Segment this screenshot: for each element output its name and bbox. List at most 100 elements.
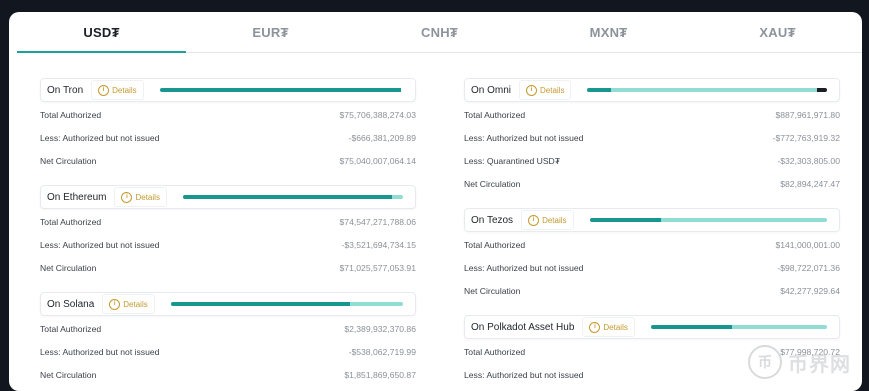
row-value: $71,025,577,053.91 [339,262,416,273]
info-icon: i [98,84,110,96]
supply-bar [650,325,827,329]
tab-eurt[interactable]: EUR₮ [186,12,355,52]
supply-row: Less: Authorized but not issued -$538,062… [40,340,416,363]
chain-name: On Omni [471,84,512,96]
row-value: -$3,521,694,734.15 [341,239,416,250]
row-value: -$98,722,071.36 [777,262,840,273]
supply-row: Less: Authorized but not issued -$3,521,6… [40,233,416,256]
supply-bar [589,218,827,222]
supply-row: Less: Authorized but not issued -$98,722,… [464,256,840,279]
supply-bar [587,88,827,92]
details-button[interactable]: i Details [91,80,144,100]
supply-row: Less: Quarantined USD₮ -$32,303,805.00 [464,149,840,172]
supply-bar-segment [349,302,403,306]
details-label: Details [112,85,137,95]
supply-bar-segment [159,88,401,92]
supply-row: Net Circulation $42,277,929.64 [464,279,840,302]
row-label: Less: Authorized but not issued [464,369,584,380]
details-button[interactable]: i Details [519,80,572,100]
watermark-glyph: 币 [748,345,782,379]
supply-bar-segment [650,325,732,329]
details-label: Details [540,85,565,95]
row-label: Less: Authorized but not issued [40,239,160,250]
chain-section: On Tron i Details Total Authorized $75,706,3… [40,78,416,172]
tab-cnht[interactable]: CNH₮ [355,12,524,52]
tab-xaut[interactable]: XAU₮ [693,12,862,52]
chain-name: On Polkadot Asset Hub [471,321,575,333]
row-label: Total Authorized [40,216,102,227]
chain-header: On Polkadot Asset Hub i Details [464,315,840,339]
chain-name: On Ethereum [47,191,107,203]
supply-row: Total Authorized $141,000,001.00 [464,233,840,256]
chain-section: On Tezos i Details Total Authorized $141,000… [464,208,840,302]
supply-row: Less: Authorized but not issued -$772,763… [464,126,840,149]
supply-bar-segment [589,218,661,222]
row-value: $75,040,007,064.14 [339,155,416,166]
chain-name: On Tron [47,84,84,96]
supply-row: Total Authorized $887,961,971.80 [464,103,840,126]
supply-bar-segment [391,195,403,199]
watermark-text: 币界网 [788,353,851,376]
row-label: Less: Authorized but not issued [464,262,584,273]
stablecoin-supply-card: USD₮ EUR₮ CNH₮ MXN₮ XAU₮ On Tron i Details… [9,12,862,391]
row-label: Total Authorized [464,239,526,250]
supply-row: Total Authorized $75,706,388,274.03 [40,103,416,126]
tab-usdt[interactable]: USD₮ [17,12,186,53]
row-value: $42,277,929.64 [780,285,840,296]
row-label: Total Authorized [40,323,102,334]
info-icon: i [121,191,133,203]
supply-bar [159,88,403,92]
row-value: $82,894,247.47 [780,178,840,189]
details-label: Details [135,192,160,202]
supply-row: Net Circulation $71,025,577,053.91 [40,256,416,279]
supply-bar-segment [611,88,818,92]
row-label: Less: Authorized but not issued [40,346,160,357]
details-button[interactable]: i Details [582,317,635,337]
supply-bar-segment [587,88,612,92]
supply-rows: Total Authorized $74,547,271,788.06 Less: … [40,210,416,279]
info-icon: i [528,214,540,226]
supply-bar-segment [182,195,392,199]
row-value: -$666,381,209.89 [348,132,416,143]
info-icon: i [589,321,601,333]
details-label: Details [603,322,628,332]
supply-bar [182,195,403,199]
row-label: Net Circulation [40,155,97,166]
details-button[interactable]: i Details [114,187,167,207]
chain-section: On Omni i Details Total Authorized $887,961,… [464,78,840,195]
row-value: $141,000,001.00 [775,239,840,250]
chain-header: On Solana i Details [40,292,416,316]
row-value: $75,706,388,274.03 [339,109,416,120]
row-value: -$772,763,919.32 [772,132,840,143]
row-label: Net Circulation [40,262,97,273]
row-label: Total Authorized [464,346,526,357]
chain-header: On Omni i Details [464,78,840,102]
row-value: $1,851,869,650.87 [344,369,416,380]
supply-bar-segment [170,302,350,306]
row-value: -$538,062,719.99 [348,346,416,357]
supply-row: Net Circulation $82,894,247.47 [464,172,840,195]
supply-rows: Total Authorized $75,706,388,274.03 Less: … [40,103,416,172]
row-label: Total Authorized [40,109,102,120]
supply-bar-segment [731,325,827,329]
chain-header: On Ethereum i Details [40,185,416,209]
row-label: Less: Quarantined USD₮ [464,155,561,166]
tab-mxnt[interactable]: MXN₮ [524,12,693,52]
supply-row: Less: Authorized but not issued -$666,381… [40,126,416,149]
details-label: Details [123,299,148,309]
supply-bar [170,302,403,306]
details-button[interactable]: i Details [102,294,155,314]
chain-section: On Solana i Details Total Authorized $2,389,… [40,292,416,386]
row-label: Less: Authorized but not issued [40,132,160,143]
watermark-logo: 币 币界网 [748,338,868,386]
supply-bar-segment [660,218,827,222]
details-button[interactable]: i Details [521,210,574,230]
chain-name: On Solana [47,298,95,310]
row-label: Net Circulation [464,285,521,296]
row-value: $887,961,971.80 [775,109,840,120]
supply-rows: Total Authorized $141,000,001.00 Less: Aut… [464,233,840,302]
supply-row: Total Authorized $2,389,932,370.86 [40,317,416,340]
info-icon: i [526,84,538,96]
chain-header: On Tezos i Details [464,208,840,232]
supply-bar-segment [817,88,827,92]
